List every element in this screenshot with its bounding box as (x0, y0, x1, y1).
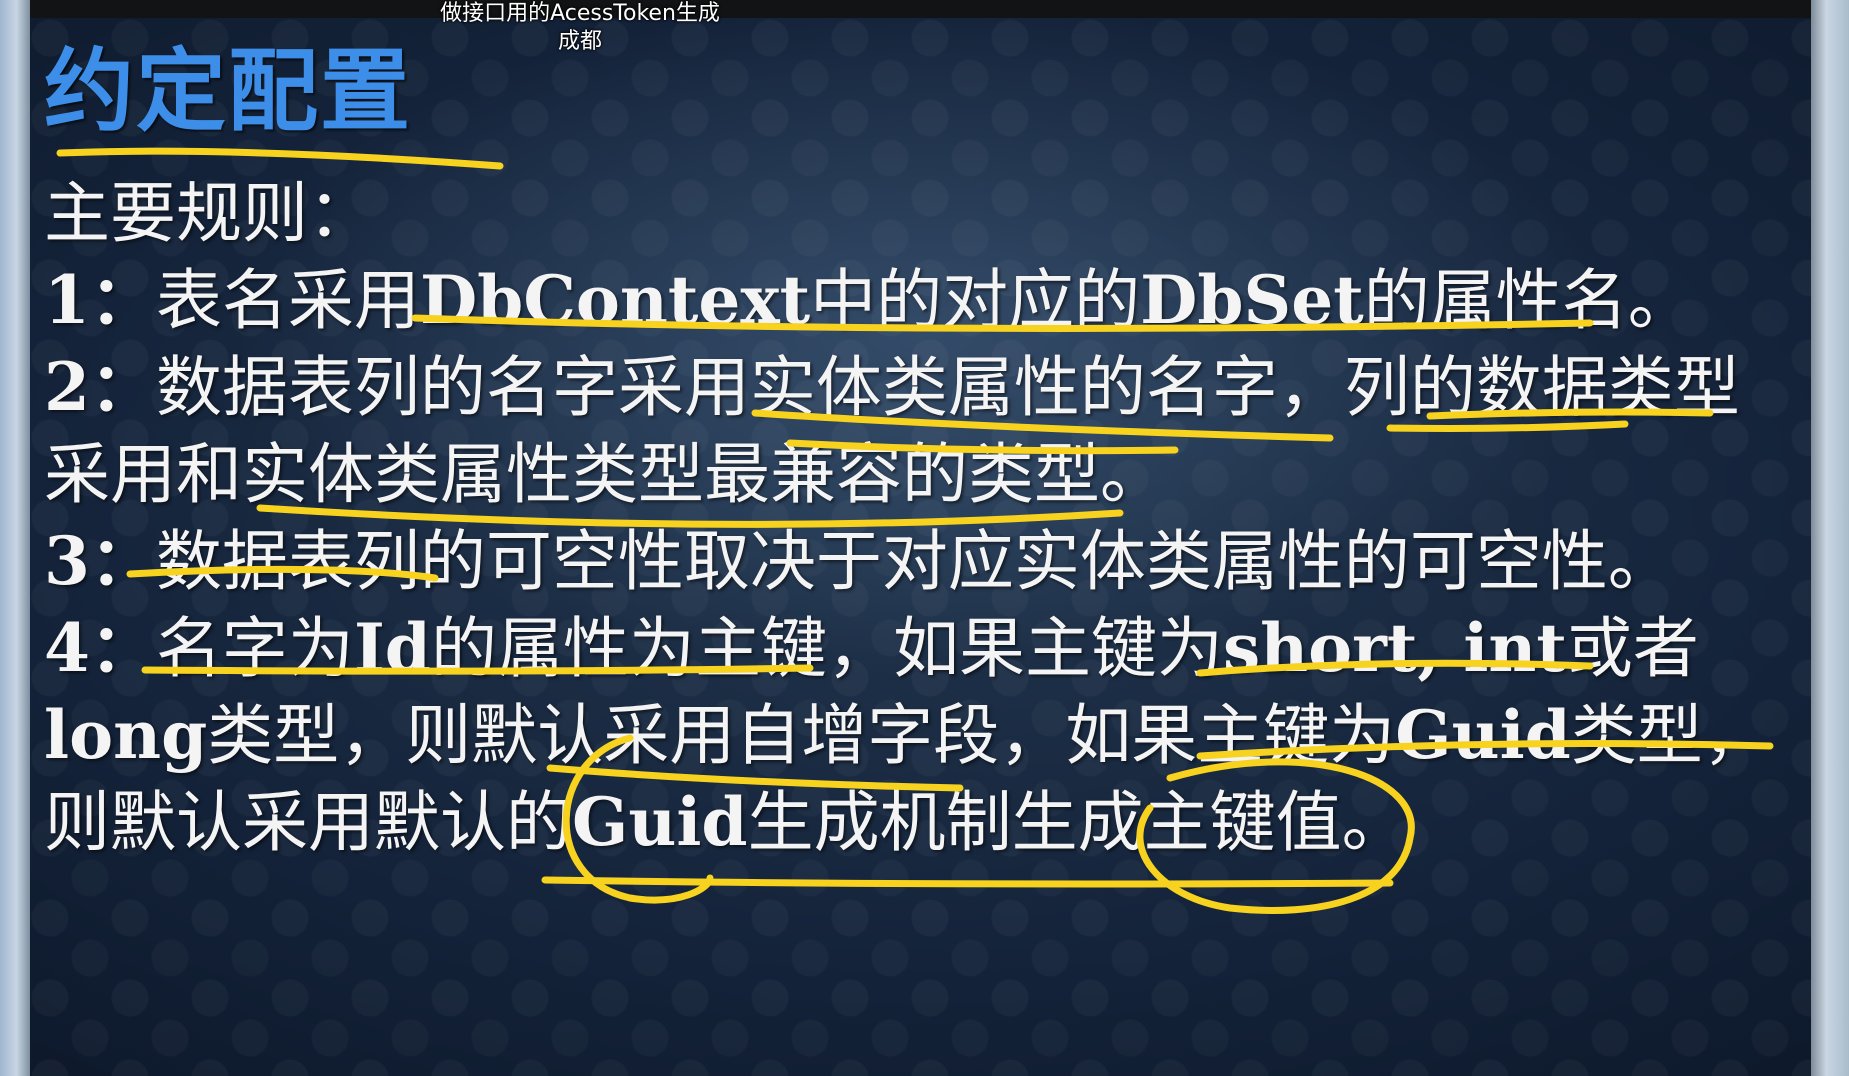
rule-number: 1： (44, 261, 156, 339)
rule-4-continued-1: long类型，则默认采用自增字段，如果主键为Guid类型， (44, 692, 1784, 779)
rule-text: 生成机制生成主键值。 (747, 784, 1408, 861)
rule-code: short, int (1222, 609, 1567, 687)
rule-code: DbContext (419, 261, 811, 339)
rule-3: 3：数据表列的可空性取决于对应实体类属性的可空性。 (44, 518, 1784, 605)
video-caption: 做接口用的AcessToken生成 成都 (420, 0, 740, 56)
rule-number: 2： (44, 348, 156, 426)
rule-4c-underline (541, 876, 1394, 888)
rule-text: 数据表列的名字采用实体类属性的名字，列的数据类型 (155, 349, 1740, 426)
rule-1: 1：表名采用DbContext中的对应的DbSet的属性名。 (44, 257, 1784, 344)
rule-text: 类型，则默认采用自增字段，如果主键为 (207, 697, 1396, 774)
top-strip (0, 0, 1849, 18)
rule-code: DbSet (1140, 261, 1364, 339)
rule-4: 4：名字为Id的属性为主键，如果主键为short, int或者 (44, 605, 1784, 692)
rule-code: Guid (1395, 696, 1571, 774)
rule-code: Id (353, 609, 431, 687)
rule-text: 中的对应的 (810, 262, 1141, 339)
rule-text: 的属性名。 (1363, 262, 1694, 339)
rule-number: 3： (44, 522, 156, 600)
rule-text: 的属性为主键，如果主键为 (430, 610, 1223, 687)
video-frame: 做接口用的AcessToken生成 成都 约定配置 主要规则： 1：表名采用Db… (0, 0, 1849, 1076)
rule-code: long (44, 696, 208, 774)
rule-text: 类型， (1570, 697, 1769, 774)
rule-2: 2：数据表列的名字采用实体类属性的名字，列的数据类型 (44, 344, 1784, 431)
slide-title: 约定配置 (44, 39, 412, 144)
rule-2-continued: 采用和实体类属性类型最兼容的类型。 (44, 436, 1166, 513)
rule-4-continued-2: 则默认采用默认的Guid生成机制生成主键值。 (44, 779, 1784, 866)
rule-text: 或者 (1566, 610, 1699, 687)
slide-body: 主要规则： 1：表名采用DbContext中的对应的DbSet的属性名。 2：数… (44, 170, 1784, 866)
rule-text: 则默认采用默认的 (44, 784, 572, 861)
rule-text: 数据表列的可空性取决于对应实体类属性的可空性。 (155, 523, 1674, 600)
left-window-edge (0, 0, 30, 1076)
rule-number: 4： (44, 609, 156, 687)
right-window-edge (1811, 0, 1849, 1076)
caption-line-2: 成都 (557, 29, 602, 54)
presentation-slide: 约定配置 主要规则： 1：表名采用DbContext中的对应的DbSet的属性名… (30, 18, 1811, 1076)
rule-code: Guid (572, 783, 748, 861)
rule-text: 名字为 (155, 610, 354, 687)
title-underline (56, 147, 504, 170)
rule-text: 表名采用 (155, 262, 420, 339)
caption-line-1: 做接口用的AcessToken生成 (440, 1, 720, 26)
rules-heading: 主要规则： (44, 175, 374, 252)
